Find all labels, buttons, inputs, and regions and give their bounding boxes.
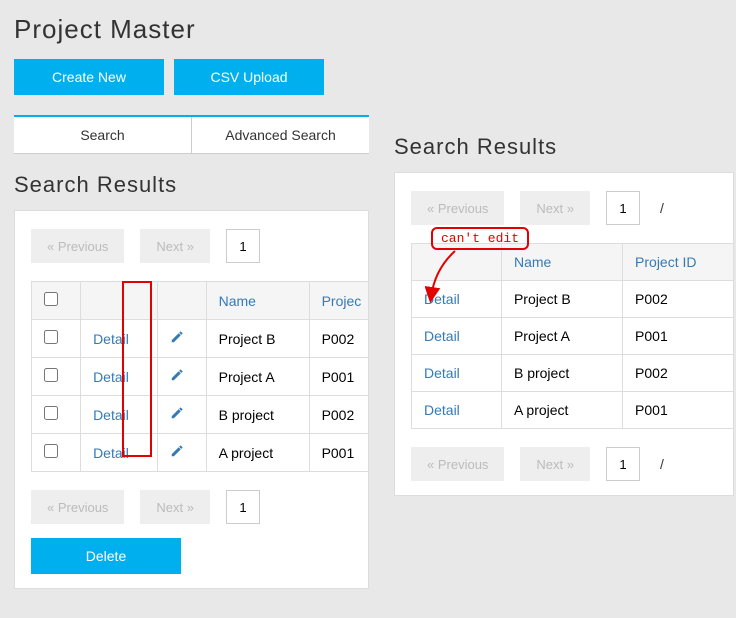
right-panel: Search Results « Previous Next » / Name … [394,116,734,496]
row-project-id: P002 [623,281,734,318]
row-project-id: P002 [309,396,369,434]
row-checkbox-cell [32,358,81,396]
row-edit-cell [157,396,206,434]
table-row: Detail A projectP001 [412,392,735,429]
results-table-right: Name Project ID DetailProject BP002Detai… [411,243,734,429]
row-project-id: P001 [623,392,734,429]
row-name: Project A [501,318,622,355]
page-input-bottom[interactable] [226,490,260,524]
row-edit-cell [157,434,206,472]
detail-link[interactable]: Detail [424,291,460,307]
col-checkbox [32,282,81,320]
table-row: Detail B projectP002 [32,396,370,434]
table-row: Detail B projectP002 [412,355,735,392]
detail-link[interactable]: Detail [93,369,129,385]
prev-button-right[interactable]: « Previous [411,191,504,225]
pencil-icon[interactable] [170,444,184,458]
page-total-sep: / [660,200,664,216]
action-buttons: Create New CSV Upload [14,59,369,95]
next-button[interactable]: Next » [140,229,210,263]
col-edit [157,282,206,320]
pager-top-right: « Previous Next » / [411,191,733,225]
col-project-id-right[interactable]: Project ID [623,244,734,281]
prev-button-right-bottom[interactable]: « Previous [411,447,504,481]
pager-bottom-left: « Previous Next » [31,490,368,524]
table-row: Detail Project BP002 [32,320,370,358]
row-checkbox[interactable] [44,368,58,382]
delete-button[interactable]: Delete [31,538,181,574]
select-all-checkbox[interactable] [44,292,58,306]
pencil-icon[interactable] [170,406,184,420]
row-project-id: P001 [309,434,369,472]
row-checkbox-cell [32,396,81,434]
pager-top-left: « Previous Next » [31,229,368,263]
search-results-title-right: Search Results [394,134,734,160]
row-checkbox[interactable] [44,406,58,420]
row-name: B project [501,355,622,392]
row-name: Project B [206,320,309,358]
row-project-id: P002 [623,355,734,392]
prev-button-bottom[interactable]: « Previous [31,490,124,524]
detail-link[interactable]: Detail [93,407,129,423]
csv-upload-button[interactable]: CSV Upload [174,59,324,95]
results-box-left: « Previous Next » Name Projec Detail Proj… [14,210,369,589]
page-input[interactable] [226,229,260,263]
col-detail [81,282,158,320]
row-project-id: P001 [623,318,734,355]
page-total-sep-bottom: / [660,456,664,472]
detail-link[interactable]: Detail [93,331,129,347]
tab-advanced-search[interactable]: Advanced Search [192,117,369,153]
detail-link[interactable]: Detail [424,328,460,344]
row-name: Project B [501,281,622,318]
row-detail-cell: Detail [81,358,158,396]
col-project-id[interactable]: Projec [309,282,369,320]
detail-link[interactable]: Detail [424,365,460,381]
table-row: Detail Project AP001 [412,318,735,355]
page-title: Project Master [14,14,369,45]
row-detail-cell: Detail [81,434,158,472]
col-name[interactable]: Name [206,282,309,320]
results-box-right: « Previous Next » / Name Project ID Deta… [394,172,734,496]
row-name: A project [501,392,622,429]
row-name: B project [206,396,309,434]
page-input-right[interactable] [606,191,640,225]
page-input-right-bottom[interactable] [606,447,640,481]
row-name: A project [206,434,309,472]
table-row: Detail A projectP001 [32,434,370,472]
left-panel: Project Master Create New CSV Upload Sea… [14,14,369,589]
next-button-right-bottom[interactable]: Next » [520,447,590,481]
table-row: Detail Project AP001 [32,358,370,396]
results-table-left: Name Projec Detail Project BP002 Detail Pro… [31,281,369,472]
row-checkbox-cell [32,434,81,472]
row-detail-cell: Detail [81,320,158,358]
pencil-icon[interactable] [170,330,184,344]
row-edit-cell [157,358,206,396]
next-button-bottom[interactable]: Next » [140,490,210,524]
col-detail-right [412,244,502,281]
create-new-button[interactable]: Create New [14,59,164,95]
col-name-right[interactable]: Name [501,244,622,281]
row-detail-cell: Detail [412,355,502,392]
row-project-id: P002 [309,320,369,358]
row-checkbox[interactable] [44,444,58,458]
next-button-right[interactable]: Next » [520,191,590,225]
detail-link[interactable]: Detail [93,445,129,461]
row-detail-cell: Detail [81,396,158,434]
row-edit-cell [157,320,206,358]
pencil-icon[interactable] [170,368,184,382]
search-results-title-left: Search Results [14,172,369,198]
row-project-id: P001 [309,358,369,396]
row-name: Project A [206,358,309,396]
row-detail-cell: Detail [412,318,502,355]
row-detail-cell: Detail [412,392,502,429]
row-checkbox[interactable] [44,330,58,344]
row-detail-cell: Detail [412,281,502,318]
detail-link[interactable]: Detail [424,402,460,418]
tab-row: Search Advanced Search [14,115,369,154]
prev-button[interactable]: « Previous [31,229,124,263]
row-checkbox-cell [32,320,81,358]
table-row: Detail Project BP002 [412,281,735,318]
tab-search[interactable]: Search [14,117,192,153]
pager-bottom-right: « Previous Next » / [411,447,733,481]
